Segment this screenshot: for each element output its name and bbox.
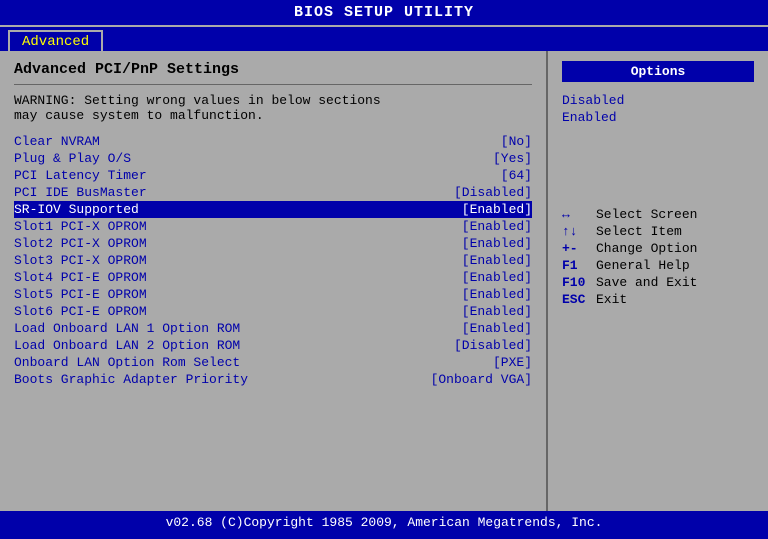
setting-value: [Enabled] bbox=[462, 304, 532, 319]
key-help-row: ↑↓Select Item bbox=[562, 223, 754, 240]
tab-advanced[interactable]: Advanced bbox=[8, 30, 103, 51]
options-list: DisabledEnabled bbox=[562, 92, 754, 126]
setting-name: Load Onboard LAN 1 Option ROM bbox=[14, 321, 454, 336]
settings-row[interactable]: Clear NVRAM [No] bbox=[14, 133, 532, 150]
panel-divider bbox=[14, 84, 532, 85]
setting-value: [Onboard VGA] bbox=[431, 372, 532, 387]
key-symbol: ESC bbox=[562, 292, 596, 307]
key-description: Select Item bbox=[596, 224, 682, 239]
bios-title: BIOS SETUP UTILITY bbox=[0, 0, 768, 27]
setting-name: PCI Latency Timer bbox=[14, 168, 493, 183]
key-description: Change Option bbox=[596, 241, 697, 256]
setting-name: Load Onboard LAN 2 Option ROM bbox=[14, 338, 446, 353]
key-symbol: ↑↓ bbox=[562, 224, 596, 239]
setting-value: [PXE] bbox=[493, 355, 532, 370]
settings-row[interactable]: Slot5 PCI-E OPROM [Enabled] bbox=[14, 286, 532, 303]
options-header: Options bbox=[562, 61, 754, 82]
key-symbol: F10 bbox=[562, 275, 596, 290]
key-help-row: F1General Help bbox=[562, 257, 754, 274]
setting-name: Plug & Play O/S bbox=[14, 151, 485, 166]
setting-value: [Enabled] bbox=[462, 202, 532, 217]
key-help-row: ↔Select Screen bbox=[562, 206, 754, 223]
setting-value: [Enabled] bbox=[462, 287, 532, 302]
setting-value: [Enabled] bbox=[462, 236, 532, 251]
setting-value: [Enabled] bbox=[462, 219, 532, 234]
key-help-row: ESCExit bbox=[562, 291, 754, 308]
setting-value: [Disabled] bbox=[454, 338, 532, 353]
option-item[interactable]: Enabled bbox=[562, 109, 754, 126]
main-content: Advanced PCI/PnP Settings WARNING: Setti… bbox=[0, 51, 768, 511]
key-description: General Help bbox=[596, 258, 690, 273]
key-description: Save and Exit bbox=[596, 275, 697, 290]
title-text: BIOS SETUP UTILITY bbox=[294, 4, 474, 21]
tab-row: Advanced bbox=[0, 27, 768, 51]
settings-row[interactable]: PCI IDE BusMaster [Disabled] bbox=[14, 184, 532, 201]
settings-row[interactable]: Onboard LAN Option Rom Select [PXE] bbox=[14, 354, 532, 371]
panel-title: Advanced PCI/PnP Settings bbox=[14, 61, 532, 78]
settings-row[interactable]: Slot1 PCI-X OPROM [Enabled] bbox=[14, 218, 532, 235]
footer-bar: v02.68 (C)Copyright 1985 2009, American … bbox=[0, 511, 768, 539]
key-description: Select Screen bbox=[596, 207, 697, 222]
option-item[interactable]: Disabled bbox=[562, 92, 754, 109]
setting-name: Slot4 PCI-E OPROM bbox=[14, 270, 454, 285]
setting-name: SR-IOV Supported bbox=[14, 202, 454, 217]
settings-row[interactable]: Load Onboard LAN 1 Option ROM [Enabled] bbox=[14, 320, 532, 337]
settings-row[interactable]: PCI Latency Timer [64] bbox=[14, 167, 532, 184]
setting-name: Slot3 PCI-X OPROM bbox=[14, 253, 454, 268]
setting-name: Slot6 PCI-E OPROM bbox=[14, 304, 454, 319]
footer-text: v02.68 (C)Copyright 1985 2009, American … bbox=[166, 515, 603, 530]
setting-value: [Enabled] bbox=[462, 270, 532, 285]
setting-name: Boots Graphic Adapter Priority bbox=[14, 372, 423, 387]
key-help-row: F10Save and Exit bbox=[562, 274, 754, 291]
key-help-row: +-Change Option bbox=[562, 240, 754, 257]
setting-name: Slot5 PCI-E OPROM bbox=[14, 287, 454, 302]
setting-name: Clear NVRAM bbox=[14, 134, 493, 149]
settings-row[interactable]: SR-IOV Supported [Enabled] bbox=[14, 201, 532, 218]
setting-value: [Yes] bbox=[493, 151, 532, 166]
setting-value: [64] bbox=[501, 168, 532, 183]
setting-value: [Disabled] bbox=[454, 185, 532, 200]
settings-row[interactable]: Boots Graphic Adapter Priority [Onboard V… bbox=[14, 371, 532, 388]
setting-value: [Enabled] bbox=[462, 321, 532, 336]
setting-name: Onboard LAN Option Rom Select bbox=[14, 355, 485, 370]
warning-text: WARNING: Setting wrong values in below s… bbox=[14, 93, 532, 123]
settings-row[interactable]: Load Onboard LAN 2 Option ROM [Disabled] bbox=[14, 337, 532, 354]
setting-value: [No] bbox=[501, 134, 532, 149]
setting-value: [Enabled] bbox=[462, 253, 532, 268]
key-symbol: ↔ bbox=[562, 207, 596, 222]
settings-list: Clear NVRAM [No] Plug & Play O/S [Yes]PCI L… bbox=[14, 133, 532, 388]
key-symbol: F1 bbox=[562, 258, 596, 273]
setting-name: PCI IDE BusMaster bbox=[14, 185, 446, 200]
key-symbol: +- bbox=[562, 241, 596, 256]
setting-name: Slot1 PCI-X OPROM bbox=[14, 219, 454, 234]
settings-row[interactable]: Slot4 PCI-E OPROM [Enabled] bbox=[14, 269, 532, 286]
left-panel: Advanced PCI/PnP Settings WARNING: Setti… bbox=[0, 51, 548, 511]
settings-row[interactable]: Slot2 PCI-X OPROM [Enabled] bbox=[14, 235, 532, 252]
settings-row[interactable]: Plug & Play O/S [Yes] bbox=[14, 150, 532, 167]
settings-row[interactable]: Slot3 PCI-X OPROM [Enabled] bbox=[14, 252, 532, 269]
key-description: Exit bbox=[596, 292, 627, 307]
right-panel: Options DisabledEnabled ↔Select Screen↑↓… bbox=[548, 51, 768, 511]
key-help: ↔Select Screen↑↓Select Item+-Change Opti… bbox=[562, 206, 754, 308]
setting-name: Slot2 PCI-X OPROM bbox=[14, 236, 454, 251]
settings-row[interactable]: Slot6 PCI-E OPROM [Enabled] bbox=[14, 303, 532, 320]
